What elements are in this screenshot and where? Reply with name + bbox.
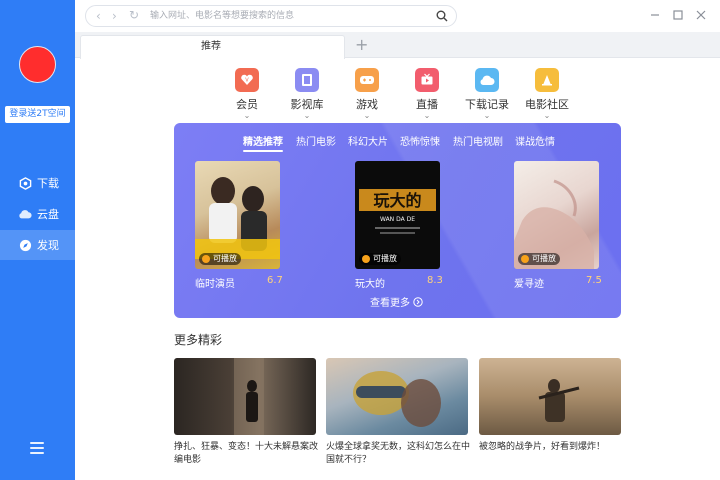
panel-tab-hot-tv[interactable]: 热门电视剧: [453, 133, 503, 148]
see-more-label: 查看更多: [370, 298, 410, 309]
refresh-icon[interactable]: ↻: [129, 8, 139, 22]
category-label: 电影社区: [525, 98, 569, 111]
movie-poster[interactable]: 可播放: [514, 161, 599, 269]
new-tab-icon[interactable]: +: [355, 34, 368, 56]
hexagon-icon: [18, 176, 32, 190]
playable-badge: 可播放: [359, 253, 401, 265]
sidebar-item-discover[interactable]: 发现: [0, 230, 75, 260]
movie-poster[interactable]: 可播放: [195, 161, 280, 269]
thumbnail-art: [538, 379, 580, 422]
panel-tab-spy[interactable]: 谍战危情: [515, 133, 555, 148]
movie-score: 8.3: [427, 275, 443, 286]
cloud-download-icon: [475, 68, 499, 92]
chevron-down-icon: ⌄: [243, 111, 251, 120]
top-bar: ‹ › ↻: [75, 0, 720, 32]
category-label: 下载记录: [465, 98, 509, 111]
thumbnail-art: [353, 371, 441, 427]
cloud-icon: [18, 207, 32, 221]
panel-tab-featured[interactable]: 精选推荐: [243, 133, 283, 152]
tv-icon: [415, 68, 439, 92]
tab-recommend[interactable]: 推荐: [80, 35, 345, 59]
see-more-link[interactable]: 查看更多: [370, 294, 423, 309]
movie-poster[interactable]: 玩大的 WAN DA DE 可播放: [355, 161, 440, 269]
sidebar-item-download[interactable]: 下载: [0, 168, 75, 198]
movie-score: 6.7: [267, 275, 283, 286]
search-icon[interactable]: [436, 10, 448, 22]
recommend-panel: 精选推荐 热门电影 科幻大片 恐怖惊悚 热门电视剧 谍战危情 可播放 临时演员 …: [174, 123, 621, 318]
sidebar-item-label: 云盘: [37, 208, 59, 221]
sidebar-item-label: 下载: [37, 177, 59, 190]
community-icon: [535, 68, 559, 92]
sidebar-item-cloud[interactable]: 云盘: [0, 199, 75, 229]
panel-tab-horror[interactable]: 恐怖惊悚: [400, 133, 440, 148]
category-movies[interactable]: 影视库 ⌄: [279, 68, 335, 120]
chevron-down-icon: ⌄: [543, 111, 551, 120]
chevron-down-icon: ⌄: [423, 111, 431, 120]
category-vip[interactable]: V 会员 ⌄: [219, 68, 275, 120]
article-thumbnail[interactable]: [174, 358, 316, 435]
forward-icon[interactable]: ›: [112, 9, 117, 23]
tab-strip: 推荐 +: [75, 32, 720, 59]
category-label: 会员: [236, 98, 258, 111]
compass-icon: [18, 238, 32, 252]
film-icon: [295, 68, 319, 92]
login-button[interactable]: 登录送2T空间: [5, 106, 70, 123]
category-label: 直播: [416, 98, 438, 111]
movie-title[interactable]: 爱寻迹: [514, 275, 544, 290]
category-games[interactable]: 游戏 ⌄: [339, 68, 395, 120]
back-icon[interactable]: ‹: [96, 9, 101, 23]
category-live[interactable]: 直播 ⌄: [399, 68, 455, 120]
menu-icon[interactable]: [30, 442, 44, 454]
sidebar-item-label: 发现: [37, 239, 59, 252]
address-input[interactable]: [150, 8, 430, 24]
maximize-icon[interactable]: [671, 8, 685, 22]
category-label: 游戏: [356, 98, 378, 111]
playable-badge: 可播放: [518, 253, 560, 265]
chevron-right-circle-icon: [413, 297, 423, 307]
svg-text:V: V: [245, 78, 249, 84]
article-caption[interactable]: 火爆全球拿奖无数，这科幻怎么在中国就不行？: [326, 441, 471, 467]
poster-title-cn: 玩大的: [373, 191, 421, 210]
article-caption[interactable]: 挣扎、狂暴、变态！十大未解悬案改编电影: [174, 441, 319, 467]
poster-title-en: WAN DA DE: [380, 216, 415, 223]
article-thumbnail[interactable]: [479, 358, 621, 435]
gamepad-icon: [355, 68, 379, 92]
panel-tab-hot-movies[interactable]: 热门电影: [296, 133, 336, 148]
sidebar: 登录送2T空间 下载 云盘 发现: [0, 0, 75, 480]
movie-title[interactable]: 玩大的: [355, 275, 385, 290]
vip-heart-icon: V: [235, 68, 259, 92]
minimize-icon[interactable]: [648, 8, 662, 22]
chevron-down-icon: ⌄: [303, 111, 311, 120]
playable-badge: 可播放: [199, 253, 241, 265]
thumbnail-art: [234, 358, 264, 435]
close-icon[interactable]: [694, 8, 708, 22]
movie-title[interactable]: 临时演员: [195, 275, 235, 290]
address-bar: ‹ › ↻: [85, 5, 457, 27]
article-thumbnail[interactable]: [326, 358, 468, 435]
section-title: 更多精彩: [174, 333, 223, 347]
article-caption[interactable]: 被忽略的战争片，好看到爆炸！: [479, 441, 624, 454]
movie-score: 7.5: [586, 275, 602, 286]
chevron-down-icon: ⌄: [363, 111, 371, 120]
category-community[interactable]: 电影社区 ⌄: [519, 68, 575, 120]
panel-tab-scifi[interactable]: 科幻大片: [348, 133, 388, 148]
category-label: 影视库: [290, 98, 324, 111]
avatar[interactable]: [19, 46, 56, 83]
category-downloads[interactable]: 下载记录 ⌄: [459, 68, 515, 120]
chevron-down-icon: ⌄: [483, 111, 491, 120]
